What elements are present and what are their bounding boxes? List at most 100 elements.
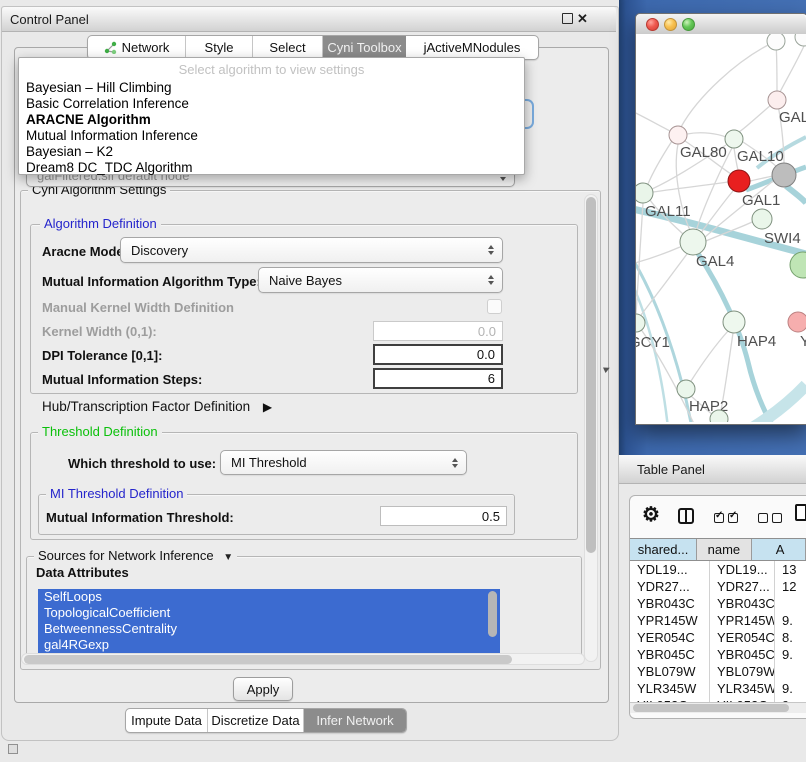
network-node-gal10[interactable] [725,130,743,148]
dropdown-item[interactable]: Mutual Information Inference [19,128,524,144]
dpi-tolerance-field[interactable]: 0.0 [373,344,503,365]
gear-icon[interactable]: ⚙ [642,502,660,527]
table-cell: 12 [775,578,806,595]
kernel-width-field[interactable]: 0.0 [373,321,503,341]
mi-threshold-field[interactable]: 0.5 [380,506,507,526]
control-panel-titlebar: Control Panel [2,7,616,32]
expand-right-icon[interactable]: ▶ [263,400,272,414]
deselect-all-checkbox-icon-2[interactable] [772,513,782,523]
select-all-checkbox-icon-2[interactable] [728,513,738,523]
network-node-gal[interactable] [768,91,786,109]
new-table-file-icon[interactable] [795,504,806,521]
tab-cyni-toolbox[interactable]: Cyni Toolbox [323,36,406,59]
node-label: GAL1 [742,192,780,209]
network-window-titlebar[interactable] [636,14,806,35]
table-cell: YLR345W [710,680,775,697]
mi-threshold-group-title: MI Threshold Definition [46,487,187,501]
settings-scrollbar-thumb[interactable] [586,197,596,553]
network-node-gal1[interactable] [728,170,750,192]
table-row[interactable]: YBR045CYBR045C9. [630,646,806,663]
attribute-list-item[interactable]: gal4RGexp [38,637,500,653]
network-node-gal11[interactable] [636,183,653,203]
columns-icon[interactable] [678,508,694,524]
hub-definition-section[interactable]: Hub/Transcription Factor Definition ▶ [42,399,272,414]
network-canvas[interactable]: GALGAL80GAL10GAL1GAL11SWI4GAL4GCY1HAP4YH… [636,34,806,422]
threshold-definition-title: Threshold Definition [38,425,162,439]
dropdown-item[interactable]: Bayesian – K2 [19,144,524,160]
minimize-window-icon[interactable] [664,18,677,31]
column-header-extra[interactable]: A [752,539,806,560]
attribute-list-item[interactable]: BetweennessCentrality [38,621,500,637]
table-cell [775,663,806,680]
data-attributes-list[interactable]: SelfLoopsTopologicalCoefficientBetweenne… [38,589,500,653]
network-node[interactable] [772,163,796,187]
sources-group-title[interactable]: Sources for Network Inference ▼ [34,549,237,565]
node-label: GCY1 [636,334,670,351]
algorithm-definition-title: Algorithm Definition [40,217,161,231]
table-row[interactable]: YBR043CYBR043C [630,595,806,612]
dropdown-item-list: Bayesian – Hill ClimbingBasic Correlatio… [19,80,524,176]
panel-grip-icon[interactable] [8,744,18,754]
network-node[interactable] [795,34,806,46]
table-row[interactable]: YLR345WYLR345W9. [630,680,806,697]
table-cell: YLR345W [630,680,710,697]
attributes-scrollbar-thumb[interactable] [488,591,497,637]
tab-select[interactable]: Select [253,36,323,59]
node-label: Y [800,333,806,350]
float-window-icon[interactable] [562,13,573,24]
which-threshold-label: Which threshold to use: [68,456,216,471]
which-threshold-combobox[interactable]: MI Threshold [220,450,467,475]
table-row[interactable]: YDL19...YDL19...13 [630,561,806,578]
node-label: GAL4 [696,253,734,270]
tab-style[interactable]: Style [186,36,253,59]
tab-discretize-data[interactable]: Discretize Data [208,709,304,732]
table-row[interactable]: YDR27...YDR27...12 [630,578,806,595]
network-node-y[interactable] [788,312,806,332]
dropdown-item[interactable]: ARACNE Algorithm [19,112,524,128]
table-cell: 13 [775,561,806,578]
node-label: SWI4 [764,230,801,247]
table-hscrollbar-thumb[interactable] [633,704,789,712]
close-panel-icon[interactable]: ✕ [577,12,588,25]
tab-impute-data[interactable]: Impute Data [126,709,208,732]
tab-infer-network[interactable]: Infer Network [304,709,406,732]
mi-steps-field[interactable]: 6 [373,368,503,389]
table-cell: YBL079W [710,663,775,680]
dropdown-item[interactable]: Bayesian – Hill Climbing [19,80,524,96]
attribute-list-item[interactable]: SelfLoops [38,589,500,605]
dropdown-item[interactable]: Basic Correlation Inference [19,96,524,112]
apply-button[interactable]: Apply [233,677,293,701]
mi-type-combobox[interactable]: Naive Bayes [258,267,503,293]
tab-network[interactable]: Network [88,36,186,59]
network-graph[interactable]: GALGAL80GAL10GAL1GAL11SWI4GAL4GCY1HAP4YH… [636,34,806,422]
table-row[interactable]: YBL079WYBL079W [630,663,806,680]
collapse-down-icon[interactable]: ▼ [223,552,233,563]
network-edge [786,186,806,203]
network-node[interactable] [790,252,806,278]
select-all-checkbox-icon[interactable] [714,513,724,523]
attribute-list-item[interactable]: TopologicalCoefficient [38,605,500,621]
network-node-hap4[interactable] [723,311,745,333]
close-window-icon[interactable] [646,18,659,31]
tab-jactivemnodules[interactable]: jActiveMNodules [406,36,538,59]
network-node-swi4[interactable] [752,209,772,229]
network-node-hap2[interactable] [677,380,695,398]
table-cell: YBR045C [630,646,710,663]
network-edge [636,105,670,131]
manual-kernel-checkbox[interactable] [487,299,502,314]
network-node-gal4[interactable] [680,229,706,255]
aracne-mode-combobox[interactable]: Discovery [120,237,503,263]
mi-threshold-label: Mutual Information Threshold: [46,510,234,525]
table-row[interactable]: YER054CYER054C8. [630,629,806,646]
network-node-gal80[interactable] [669,126,687,144]
network-node[interactable] [767,34,785,50]
table-row[interactable]: YPR145WYPR145W9. [630,612,806,629]
table-panel-titlebar: Table Panel [619,455,806,484]
dropdown-item[interactable]: Dream8 DC_TDC Algorithm [19,160,524,176]
column-header-name[interactable]: name [697,539,752,560]
column-header-shared-name[interactable]: shared... [630,539,697,560]
deselect-all-checkbox-icon[interactable] [758,513,768,523]
zoom-window-icon[interactable] [682,18,695,31]
settings-hscrollbar-thumb[interactable] [24,655,512,664]
combo-arrows-icon [488,245,494,255]
